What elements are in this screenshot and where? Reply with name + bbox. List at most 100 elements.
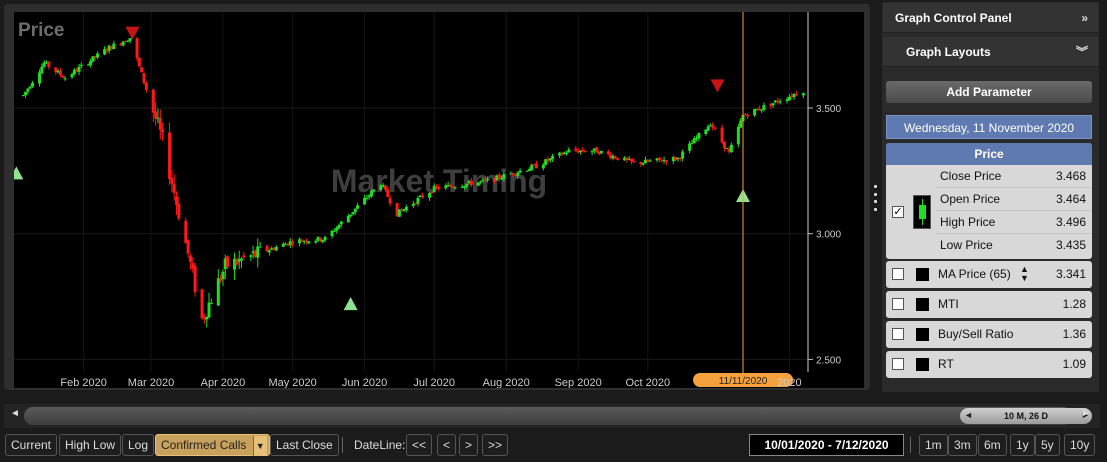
candle-body bbox=[613, 156, 617, 159]
candle-body bbox=[567, 149, 571, 153]
last-close-button[interactable]: Last Close bbox=[270, 434, 339, 456]
candle-body bbox=[518, 170, 522, 173]
candle-body bbox=[346, 215, 350, 223]
selected-date: Wednesday, 11 November 2020 bbox=[886, 115, 1092, 139]
control-panel-header[interactable]: Graph Control Panel » bbox=[883, 3, 1098, 33]
buy-sell-ratio-checkbox[interactable] bbox=[892, 328, 904, 340]
candle-body bbox=[249, 255, 253, 257]
candle-body bbox=[476, 182, 480, 186]
candle-body bbox=[616, 158, 620, 160]
candle-body bbox=[479, 181, 483, 183]
candlestick bbox=[193, 262, 197, 297]
x-tick-label: Jun 2020 bbox=[342, 377, 387, 388]
candle-body bbox=[47, 61, 51, 68]
y-tick-label: 2.500 bbox=[816, 355, 841, 366]
candle-style-icon[interactable] bbox=[913, 195, 931, 229]
scroll-left-icon[interactable]: ◄ bbox=[10, 408, 20, 419]
candle-body bbox=[720, 127, 724, 143]
current-button[interactable]: Current bbox=[5, 434, 58, 456]
range-1y-button[interactable]: 1y bbox=[1010, 434, 1035, 456]
range-10y-button[interactable]: 10y bbox=[1064, 434, 1096, 456]
scroll-thumb[interactable]: 10 M, 26 D bbox=[960, 408, 1092, 424]
candle-body bbox=[205, 316, 209, 320]
dateline-first-button[interactable]: << bbox=[406, 434, 433, 456]
param-row-ma-price[interactable]: MA Price (65) ▲ ▼ 3.341 bbox=[886, 261, 1092, 288]
candle-body bbox=[574, 148, 578, 151]
candle-body bbox=[502, 173, 506, 180]
control-panel-title: Graph Control Panel bbox=[895, 11, 1012, 25]
dateline-label: DateLine: bbox=[354, 438, 406, 452]
range-6m-button[interactable]: 6m bbox=[978, 434, 1007, 456]
rt-checkbox[interactable] bbox=[892, 358, 904, 370]
dateline-last-button[interactable]: >> bbox=[482, 434, 509, 456]
scroll-right-icon[interactable]: ► bbox=[1081, 408, 1091, 419]
candle-body bbox=[177, 203, 181, 219]
timeline-scrollbar[interactable]: ◄ 10 M, 26 D ◄ ► ► bbox=[4, 404, 1100, 428]
candle-body bbox=[370, 191, 374, 197]
candle-body bbox=[688, 143, 692, 151]
low-price-row: Low Price 3.435 bbox=[940, 238, 1086, 252]
dateline-prev-button[interactable]: < bbox=[437, 434, 457, 456]
thumb-left-handle-icon[interactable]: ◄ bbox=[964, 410, 973, 420]
candle-body bbox=[356, 205, 360, 209]
candle-body bbox=[787, 96, 791, 101]
param-row-mti[interactable]: MTI 1.28 bbox=[886, 291, 1092, 318]
dropdown-arrow-icon[interactable]: ▼ bbox=[252, 436, 267, 456]
candle-body bbox=[453, 187, 457, 189]
range-3m-button[interactable]: 3m bbox=[948, 434, 977, 456]
date-range-display[interactable]: 10/01/2020 - 7/12/2020 bbox=[749, 434, 904, 456]
candle-body bbox=[657, 157, 661, 160]
candle-body bbox=[746, 114, 750, 117]
param-row-rt[interactable]: RT 1.09 bbox=[886, 351, 1092, 378]
graph-layouts-header[interactable]: Graph Layouts ︾ bbox=[883, 37, 1098, 67]
ma-price-checkbox[interactable] bbox=[892, 268, 904, 280]
range-5y-button[interactable]: 5y bbox=[1035, 434, 1060, 456]
range-1m-button[interactable]: 1m bbox=[919, 434, 948, 456]
rt-color-swatch[interactable] bbox=[916, 358, 929, 371]
candle-body bbox=[349, 214, 353, 217]
candle-body bbox=[739, 120, 743, 128]
candle-body bbox=[267, 250, 271, 253]
candle-body bbox=[307, 241, 311, 244]
candle-body bbox=[89, 60, 93, 66]
candlestick bbox=[184, 217, 188, 244]
candle-body bbox=[801, 93, 805, 96]
scroll-track[interactable]: 10 M, 26 D ◄ ► bbox=[24, 407, 1092, 425]
confirmed-calls-dropdown[interactable]: Confirmed Calls ▼ bbox=[155, 434, 270, 456]
candle-body bbox=[193, 266, 197, 293]
candle-body bbox=[63, 78, 67, 80]
candle-body bbox=[648, 160, 652, 162]
collapse-panel-icon[interactable]: » bbox=[1081, 3, 1088, 33]
candle-body bbox=[794, 94, 798, 96]
high-low-button[interactable]: High Low bbox=[59, 434, 122, 456]
candle-body bbox=[70, 74, 74, 78]
candle-body bbox=[430, 191, 434, 193]
candle-body bbox=[61, 75, 65, 78]
ma-price-color-swatch[interactable] bbox=[916, 268, 929, 281]
y-tick-label: 3.500 bbox=[816, 104, 841, 115]
candle-body bbox=[128, 38, 132, 42]
mti-checkbox[interactable] bbox=[892, 298, 904, 310]
add-parameter-button[interactable]: Add Parameter bbox=[886, 81, 1092, 103]
param-row-buy-sell-ratio[interactable]: Buy/Sell Ratio 1.36 bbox=[886, 321, 1092, 348]
candle-body bbox=[641, 163, 645, 165]
candle-body bbox=[351, 212, 355, 215]
candle-body bbox=[606, 151, 610, 155]
candle-body bbox=[226, 256, 230, 268]
candle-body bbox=[541, 164, 545, 169]
candlestick bbox=[595, 146, 599, 153]
panel-splitter-handle[interactable] bbox=[872, 185, 878, 211]
sort-updown-icon[interactable]: ▲ ▼ bbox=[1020, 261, 1029, 283]
buy-sell-ratio-color-swatch[interactable] bbox=[916, 328, 929, 341]
candle-body bbox=[583, 151, 587, 153]
candle-body bbox=[722, 141, 726, 149]
price-checkbox[interactable]: ✓ bbox=[892, 206, 904, 218]
candlestick bbox=[200, 288, 204, 320]
dateline-next-button[interactable]: > bbox=[459, 434, 479, 456]
candle-body bbox=[26, 88, 30, 92]
candle-body bbox=[135, 38, 139, 59]
price-chart[interactable]: Market Timing 11/11/2020 Price 3.500 3.00… bbox=[14, 12, 864, 388]
log-button[interactable]: Log bbox=[122, 434, 155, 456]
expand-layouts-icon[interactable]: ︾ bbox=[1076, 37, 1088, 67]
mti-color-swatch[interactable] bbox=[916, 298, 929, 311]
